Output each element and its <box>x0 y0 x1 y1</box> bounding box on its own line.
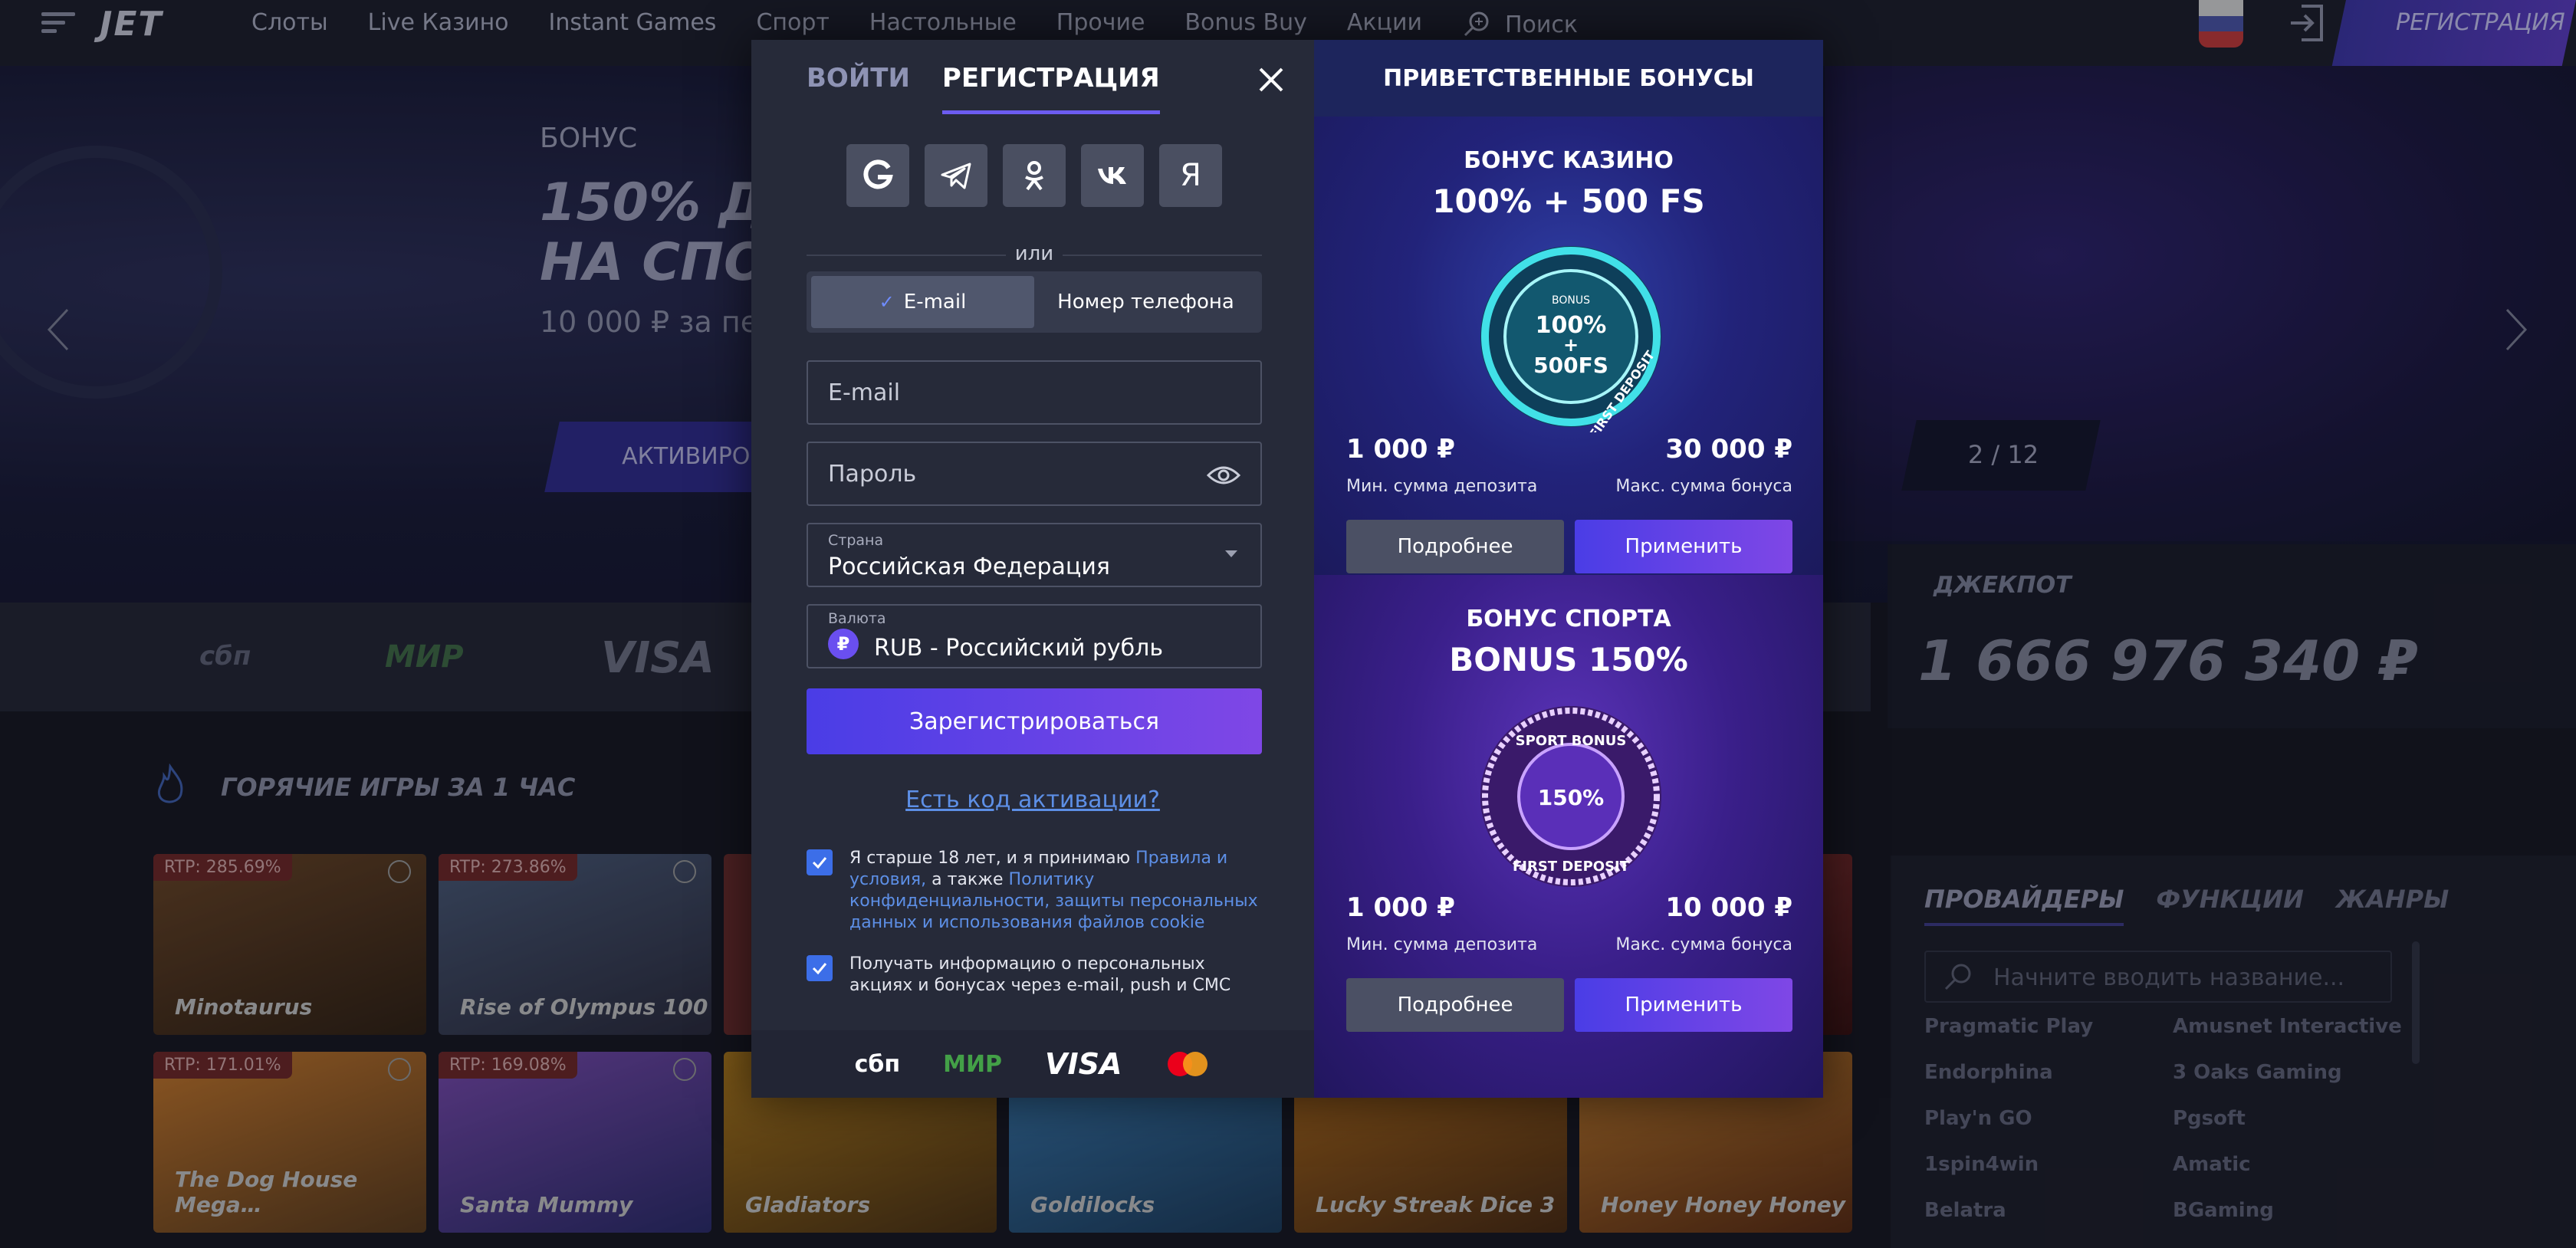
odnoklassniki-icon <box>1025 161 1043 191</box>
sport-bonus-details-button[interactable]: Подробнее <box>1346 978 1564 1032</box>
signup-method-toggle: ✓ E-mail Номер телефона <box>807 271 1262 333</box>
svg-text:500FS: 500FS <box>1533 353 1608 378</box>
registration-modal: ВОЙТИ РЕГИСТРАЦИЯ Я или ✓ E-mail Номер т… <box>751 40 1823 1098</box>
casino-bonus-apply-button[interactable]: Применить <box>1575 520 1792 573</box>
sport-max-bonus-value: 10 000 ₽ <box>1665 892 1792 923</box>
marketing-consent-text: Получать информацию о персональных акция… <box>849 954 1231 995</box>
casino-min-deposit-caption: Мин. сумма депозита <box>1346 477 1538 496</box>
country-select[interactable]: Страна Российская Федерация <box>807 523 1262 587</box>
check-icon: ✓ <box>879 291 895 313</box>
eye-icon[interactable] <box>1207 461 1240 489</box>
casino-bonus-coin-icon: BONUS 100% + 500FS FIRST DEPOSIT <box>1480 246 1661 432</box>
currency-label: Валюта <box>828 610 886 627</box>
promo-code-link[interactable]: Есть код активации? <box>751 787 1314 813</box>
welcome-bonuses-panel: ПРИВЕТСТВЕННЫЕ БОНУСЫ БОНУС КАЗИНО 100% … <box>1314 40 1823 1098</box>
social-login-row: Я <box>846 144 1222 207</box>
yandex-login-button[interactable]: Я <box>1159 144 1222 207</box>
google-icon <box>863 159 893 189</box>
ruble-icon: ₽ <box>828 629 859 659</box>
casino-max-bonus-value: 30 000 ₽ <box>1665 434 1792 465</box>
casino-bonus-details-button[interactable]: Подробнее <box>1346 520 1564 573</box>
registration-form-panel: ВОЙТИ РЕГИСТРАЦИЯ Я или ✓ E-mail Номер т… <box>751 40 1314 1098</box>
sport-min-deposit-value: 1 000 ₽ <box>1346 892 1455 923</box>
mastercard-icon <box>1168 1052 1208 1076</box>
terms-consent-text: Я старше 18 лет, и я принимаю Правила и … <box>849 849 1258 932</box>
toggle-email[interactable]: ✓ E-mail <box>811 276 1034 328</box>
yandex-icon: Я <box>1180 158 1201 193</box>
check-icon <box>812 857 827 869</box>
bonuses-header: ПРИВЕТСТВЕННЫЕ БОНУСЫ <box>1314 40 1823 117</box>
terms-consent-row: Я старше 18 лет, и я принимаю Правила и … <box>807 848 1267 934</box>
check-icon <box>812 963 827 975</box>
close-icon[interactable] <box>1254 63 1288 97</box>
svg-text:150%: 150% <box>1538 785 1605 810</box>
country-value: Российская Федерация <box>828 553 1110 580</box>
vk-icon <box>1098 167 1126 184</box>
country-label: Страна <box>828 532 884 549</box>
sport-max-bonus-caption: Макс. сумма бонуса <box>1615 935 1792 954</box>
casino-bonus-amount: 100% + 500 FS <box>1432 182 1705 220</box>
google-login-button[interactable] <box>846 144 909 207</box>
sbp-logo: сбп <box>854 1050 901 1078</box>
svg-text:SPORT BONUS: SPORT BONUS <box>1516 733 1627 749</box>
casino-min-deposit-value: 1 000 ₽ <box>1346 434 1455 465</box>
toggle-phone[interactable]: Номер телефона <box>1034 276 1257 328</box>
sport-min-deposit-caption: Мин. сумма депозита <box>1346 935 1538 954</box>
register-submit-button[interactable]: Зарегистрироваться <box>807 688 1262 754</box>
marketing-checkbox[interactable] <box>807 955 833 981</box>
password-input[interactable] <box>828 443 1196 504</box>
toggle-phone-label: Номер телефона <box>1057 291 1234 314</box>
sport-bonus-apply-button[interactable]: Применить <box>1575 978 1792 1032</box>
currency-select[interactable]: Валюта ₽ RUB - Российский рубль <box>807 604 1262 668</box>
email-field <box>807 360 1262 425</box>
email-input[interactable] <box>828 362 1196 423</box>
svg-text:BONUS: BONUS <box>1552 294 1590 307</box>
tab-register[interactable]: РЕГИСТРАЦИЯ <box>941 63 1160 114</box>
telegram-icon <box>941 163 971 189</box>
tab-login[interactable]: ВОЙТИ <box>807 63 910 114</box>
sport-bonus-coin-icon: SPORT BONUS 150% FIRST DEPOSIT <box>1480 706 1661 887</box>
password-field <box>807 442 1262 506</box>
odnoklassniki-login-button[interactable] <box>1003 144 1066 207</box>
or-divider: или <box>807 239 1262 270</box>
mir-logo: МИР <box>943 1050 1003 1078</box>
marketing-consent-row: Получать информацию о персональных акция… <box>807 954 1267 997</box>
toggle-email-label: E-mail <box>903 291 967 314</box>
currency-value: RUB - Российский рубль <box>874 635 1164 662</box>
sport-bonus-title: БОНУС СПОРТА <box>1466 606 1671 632</box>
svg-text:FIRST DEPOSIT: FIRST DEPOSIT <box>1513 859 1630 875</box>
visa-logo: VISA <box>1045 1047 1122 1081</box>
vk-login-button[interactable] <box>1081 144 1144 207</box>
casino-bonus-title: БОНУС КАЗИНО <box>1464 147 1674 174</box>
telegram-login-button[interactable] <box>925 144 987 207</box>
casino-max-bonus-caption: Макс. сумма бонуса <box>1615 477 1792 496</box>
sport-bonus-amount: BONUS 150% <box>1449 641 1688 678</box>
modal-payment-logos: сбп МИР VISA <box>751 1030 1314 1098</box>
terms-checkbox[interactable] <box>807 849 833 875</box>
chevron-down-icon <box>1225 550 1237 557</box>
auth-tabs: ВОЙТИ РЕГИСТРАЦИЯ <box>807 63 1160 114</box>
